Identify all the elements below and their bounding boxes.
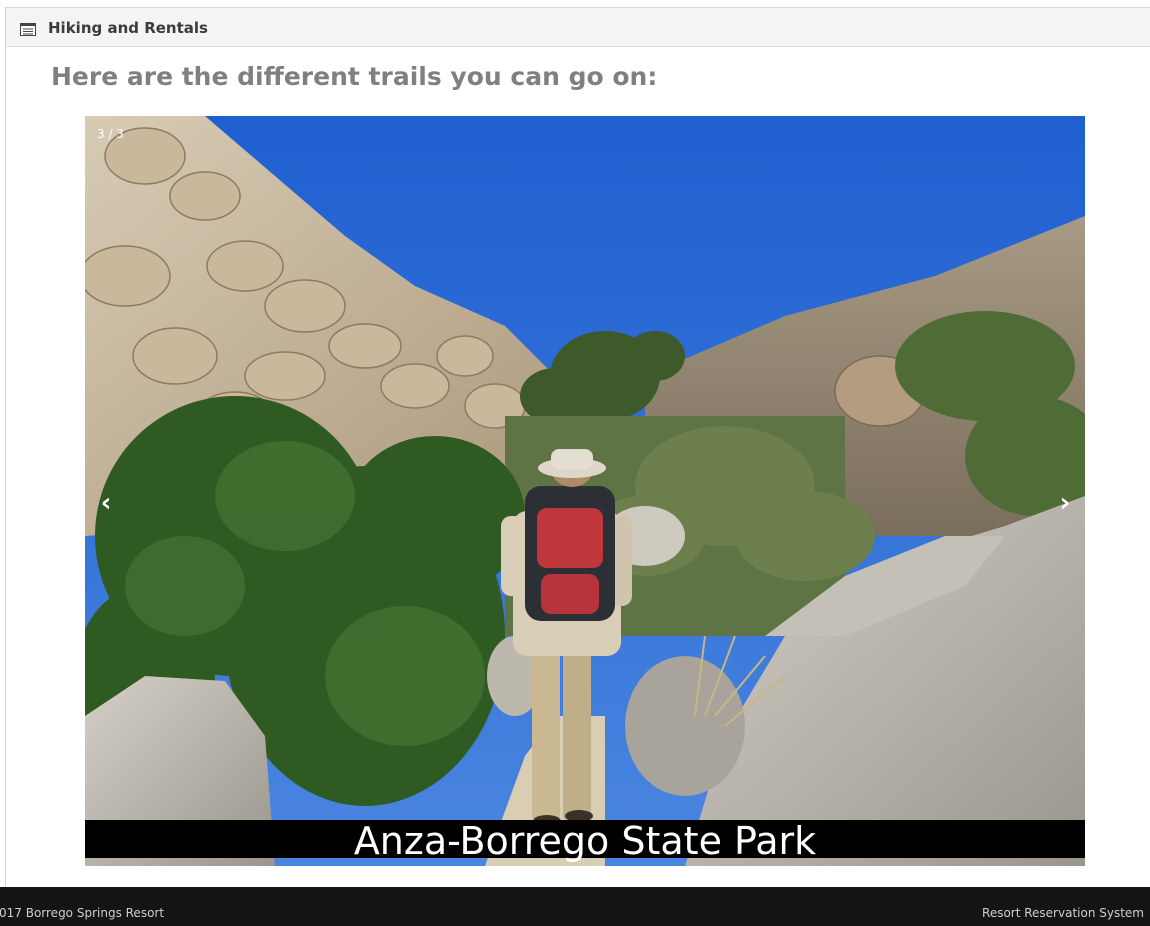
- page-heading: Here are the different trails you can go…: [51, 62, 658, 91]
- footer: 017 Borrego Springs Resort Resort Reserv…: [0, 887, 1150, 926]
- footer-system-name: Resort Reservation System: [982, 906, 1144, 920]
- caption-bar: Anza-Borrego State Park: [85, 820, 1085, 863]
- trail-carousel[interactable]: 3 / 3 ‹ › Anza-Borrego State Park: [85, 116, 1085, 866]
- carousel-next-button[interactable]: ›: [1050, 483, 1080, 523]
- panel-header: Hiking and Rentals: [6, 8, 1150, 47]
- footer-copyright: 017 Borrego Springs Resort: [0, 906, 165, 920]
- panel-title: Hiking and Rentals: [48, 19, 208, 37]
- slide-caption: Anza-Borrego State Park: [353, 819, 817, 863]
- trail-photo: [85, 116, 1085, 866]
- slide-counter: 3 / 3: [97, 127, 124, 141]
- carousel-prev-button[interactable]: ‹: [91, 483, 121, 523]
- list-icon: [20, 21, 36, 36]
